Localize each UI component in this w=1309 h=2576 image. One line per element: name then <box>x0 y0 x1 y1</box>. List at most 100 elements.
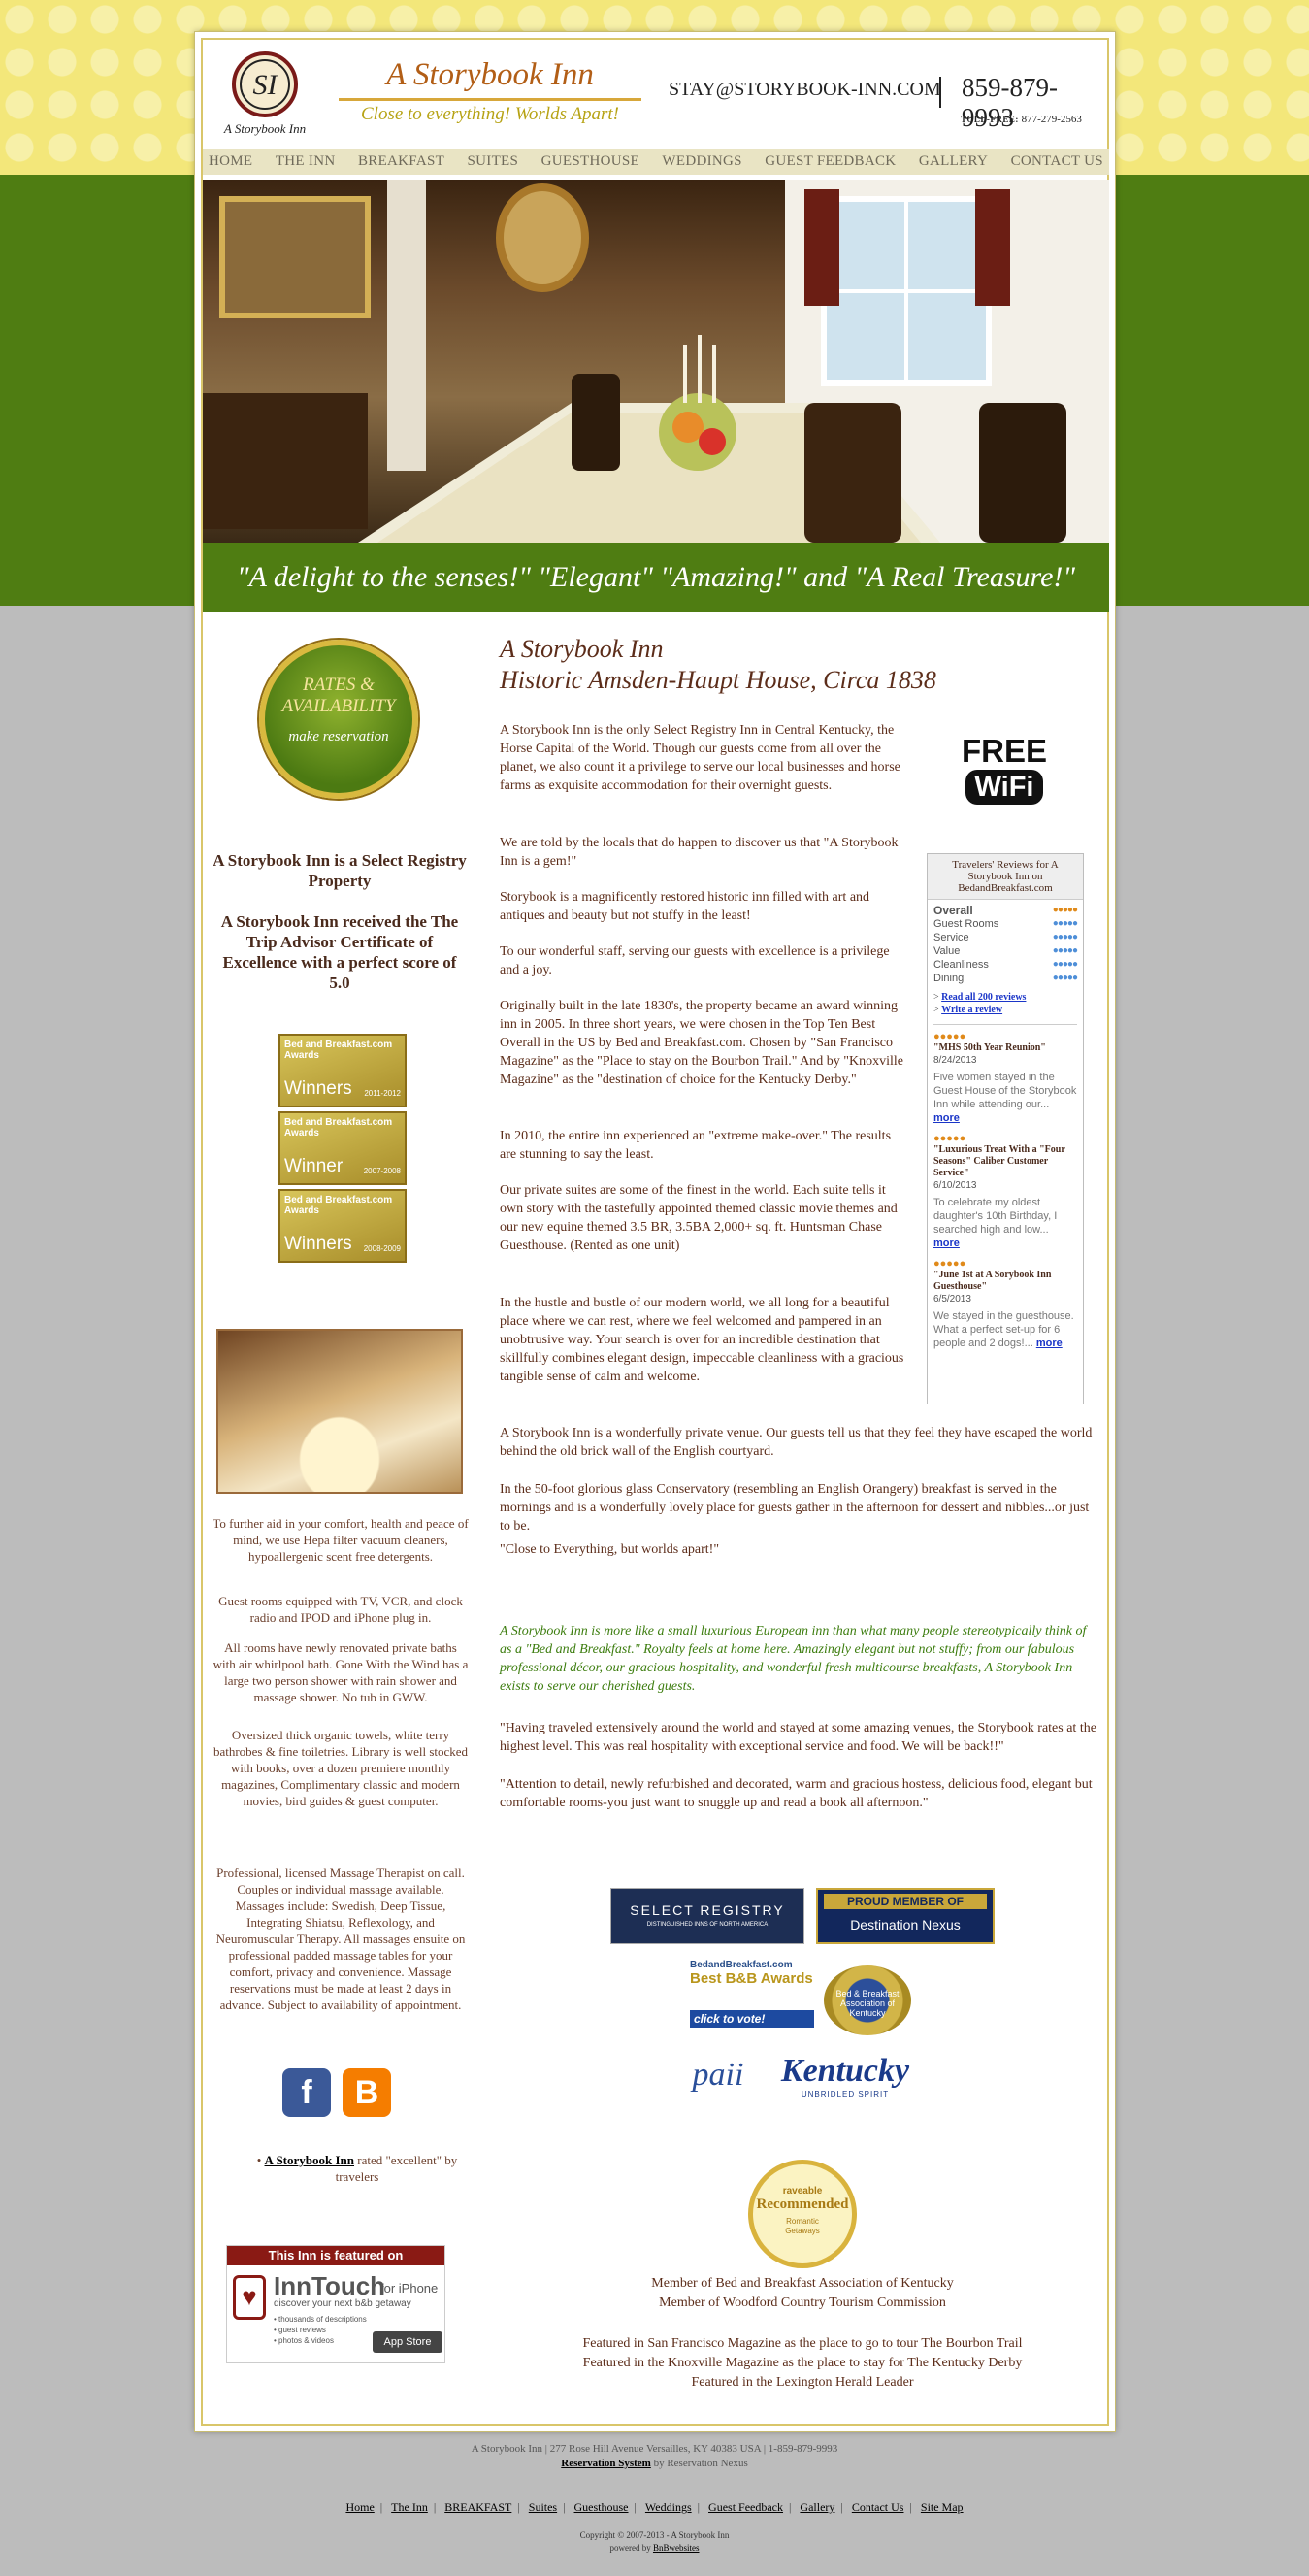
bb-association-seal[interactable]: Bed & Breakfast Association of Kentucky <box>824 1965 911 2035</box>
inntouch-banner[interactable]: This Inn is featured on ♥ InnTouch for i… <box>226 2245 445 2363</box>
review-more-link[interactable]: more <box>933 1238 960 1249</box>
rating-dots-icon: ●●●●● <box>1052 945 1078 956</box>
membership-line-1: Member of Bed and Breakfast Association … <box>651 2276 954 2291</box>
reservation-line: Reservation System by Reservation Nexus <box>0 2457 1309 2471</box>
nav-the-inn[interactable]: THE INN <box>276 153 336 170</box>
nav-weddings[interactable]: WEDDINGS <box>662 153 741 170</box>
footer-address-block: A Storybook Inn | 277 Rose Hill Avenue V… <box>0 2442 1309 2471</box>
award-label: Winners <box>284 1078 352 1099</box>
press-line-3: Featured in the Lexington Herald Leader <box>691 2375 914 2390</box>
site-logo[interactable]: SI A Storybook Inn <box>213 48 317 141</box>
review-excerpt: Five women stayed in the Guest House of … <box>933 1072 1077 1110</box>
nav-guesthouse[interactable]: GUESTHOUSE <box>541 153 639 170</box>
facebook-icon[interactable]: f <box>282 2068 331 2117</box>
rating-row-dining: Dining ●●●●● <box>928 972 1083 985</box>
page-frame: SI A Storybook Inn A Storybook Inn Close… <box>201 38 1109 2426</box>
main-nav: HOME THE INN BREAKFAST SUITES GUESTHOUSE… <box>203 149 1109 175</box>
rating-dots-icon: ●●●●● <box>1052 973 1078 983</box>
intro-para-8: In the hustle and bustle of our modern w… <box>500 1296 904 1384</box>
review-more-link[interactable]: more <box>933 1112 960 1124</box>
inntouch-bullets: • thousands of descriptions • guest revi… <box>274 2314 367 2346</box>
inntouch-bullet: • thousands of descriptions <box>274 2315 367 2324</box>
rates-label-1: RATES & <box>303 675 375 695</box>
tripadvisor-note: A Storybook Inn received the The Trip Ad… <box>220 912 459 992</box>
rated-inn-link[interactable]: A Storybook Inn <box>265 2153 354 2167</box>
paii-logo[interactable]: paii <box>682 2057 754 2111</box>
footer-link-site-map[interactable]: Site Map <box>921 2500 964 2514</box>
raveable-recommended-seal[interactable]: raveable Recommended Romantic Getaways <box>748 2160 857 2268</box>
rating-row-service: Service ●●●●● <box>928 931 1083 944</box>
email-link[interactable]: STAY@STORYBOOK-INN.COM <box>669 79 941 101</box>
footer-link-weddings[interactable]: Weddings <box>645 2500 692 2514</box>
write-review-link[interactable]: Write a review <box>941 1005 1002 1015</box>
rating-label: Cleanliness <box>933 959 989 971</box>
award-brand: Bed and Breakfast.com Awards <box>284 1195 393 1216</box>
select-registry-badge[interactable]: SELECT REGISTRY DISTINGUISHED INNS OF NO… <box>610 1888 804 1944</box>
kentucky-logo[interactable]: Kentucky UNBRIDLED SPIRIT <box>768 2053 923 2113</box>
nav-contact-us[interactable]: CONTACT US <box>1011 153 1103 170</box>
reservation-system-link[interactable]: Reservation System <box>561 2458 651 2469</box>
raveable-category: Romantic Getaways <box>785 2217 820 2235</box>
footer-copyright-block: Copyright © 2007-2013 - A Storybook Inn … <box>0 2529 1309 2555</box>
tollfree-number[interactable]: 877-279-2563 <box>1022 114 1082 125</box>
inntouch-bullet: • guest reviews <box>274 2326 326 2334</box>
review-more-link[interactable]: more <box>1036 1338 1063 1349</box>
rating-label: Service <box>933 932 969 943</box>
footer-link-the-inn[interactable]: The Inn <box>391 2500 428 2514</box>
rating-label: Overall <box>933 904 973 917</box>
bb-awards-title: Best B&B Awards <box>690 1970 813 1987</box>
footer-address: A Storybook Inn | 277 Rose Hill Avenue V… <box>471 2443 838 2455</box>
press-mentions: Featured in San Francisco Magazine as th… <box>500 2334 1105 2393</box>
blogger-icon[interactable]: B <box>343 2068 391 2117</box>
intro-para-9: A Storybook Inn is a wonderfully private… <box>500 1426 1093 1459</box>
write-review-row: > Write a review <box>933 1005 1003 1015</box>
reservation-by: by Reservation Nexus <box>650 2458 748 2469</box>
footer-link-home[interactable]: Home <box>345 2500 374 2514</box>
nav-breakfast[interactable]: BREAKFAST <box>358 153 444 170</box>
award-brand: Bed and Breakfast.com Awards <box>284 1040 393 1061</box>
review-date: 6/10/2013 <box>933 1180 977 1191</box>
kentucky-tagline: UNBRIDLED SPIRIT <box>801 2090 890 2098</box>
app-store-button[interactable]: App Store <box>373 2331 442 2353</box>
bb-awards-vote-badge[interactable]: BedandBreakfast.com Best B&B Awards clic… <box>690 1960 814 2037</box>
review-title: "MHS 50th Year Reunion" <box>933 1042 1046 1053</box>
award-badge-2007-2008[interactable]: Bed and Breakfast.com Awards Winner 2007… <box>278 1111 407 1185</box>
award-brand: Bed and Breakfast.com Awards <box>284 1117 393 1139</box>
footer-link-guesthouse[interactable]: Guesthouse <box>574 2500 629 2514</box>
intro-para-7: Our private suites are some of the fines… <box>500 1183 898 1253</box>
intro-para-4: To our wonderful staff, serving our gues… <box>500 944 890 977</box>
footer-link-guest-feedback[interactable]: Guest Feedback <box>708 2500 783 2514</box>
destination-nexus-badge[interactable]: PROUD MEMBER OF Destination Nexus <box>816 1888 995 1944</box>
svg-text:SI: SI <box>253 69 279 101</box>
award-badge-2011-2012[interactable]: Bed and Breakfast.com Awards Winners 201… <box>278 1034 407 1107</box>
amenities-para-5: Professional, licensed Massage Therapist… <box>215 1866 466 2012</box>
award-label: Winners <box>284 1234 352 1254</box>
site-title[interactable]: A Storybook Inn <box>341 57 639 93</box>
footer-link-breakfast[interactable]: BREAKFAST <box>444 2500 511 2514</box>
award-badge-2008-2009[interactable]: Bed and Breakfast.com Awards Winners 200… <box>278 1189 407 1263</box>
nav-home[interactable]: HOME <box>209 153 252 170</box>
nav-gallery[interactable]: GALLERY <box>919 153 988 170</box>
footer-link-contact-us[interactable]: Contact Us <box>852 2500 904 2514</box>
nav-suites[interactable]: SUITES <box>468 153 519 170</box>
review-date: 6/5/2013 <box>933 1294 971 1305</box>
rating-label: Guest Rooms <box>933 918 999 930</box>
bnbwebsites-link[interactable]: BnBwebsites <box>653 2543 700 2553</box>
highlight-para: A Storybook Inn is more like a small lux… <box>500 1624 1087 1694</box>
wifi-icon: WiFi <box>965 770 1044 805</box>
testimonial-2: "Attention to detail, newly refurbished … <box>500 1777 1093 1810</box>
amenities-para-3: All rooms have newly renovated private b… <box>213 1640 469 1704</box>
footer-nav: Home | The Inn | BREAKFAST | Suites | Guesth… <box>345 2500 964 2514</box>
footer-link-gallery[interactable]: Gallery <box>800 2500 834 2514</box>
intro-para-6: In 2010, the entire inn experienced an "… <box>500 1129 892 1162</box>
nav-guest-feedback[interactable]: GUEST FEEDBACK <box>765 153 896 170</box>
destination-nexus-label: Destination Nexus <box>850 1917 961 1932</box>
read-reviews-row: > Read all 200 reviews <box>933 992 1027 1003</box>
review-body: Five women stayed in the Guest House of … <box>933 1071 1077 1125</box>
membership-list: Member of Bed and Breakfast Association … <box>500 2274 1105 2313</box>
footer-link-suites[interactable]: Suites <box>529 2500 557 2514</box>
rates-label-2: AVAILABILITY <box>281 696 396 716</box>
traveler-rating-note: • A Storybook Inn rated "excellent" by t… <box>256 2153 458 2184</box>
rates-availability-button[interactable]: RATES & AVAILABILITY make reservation <box>259 640 418 799</box>
read-all-reviews-link[interactable]: Read all 200 reviews <box>941 992 1026 1003</box>
